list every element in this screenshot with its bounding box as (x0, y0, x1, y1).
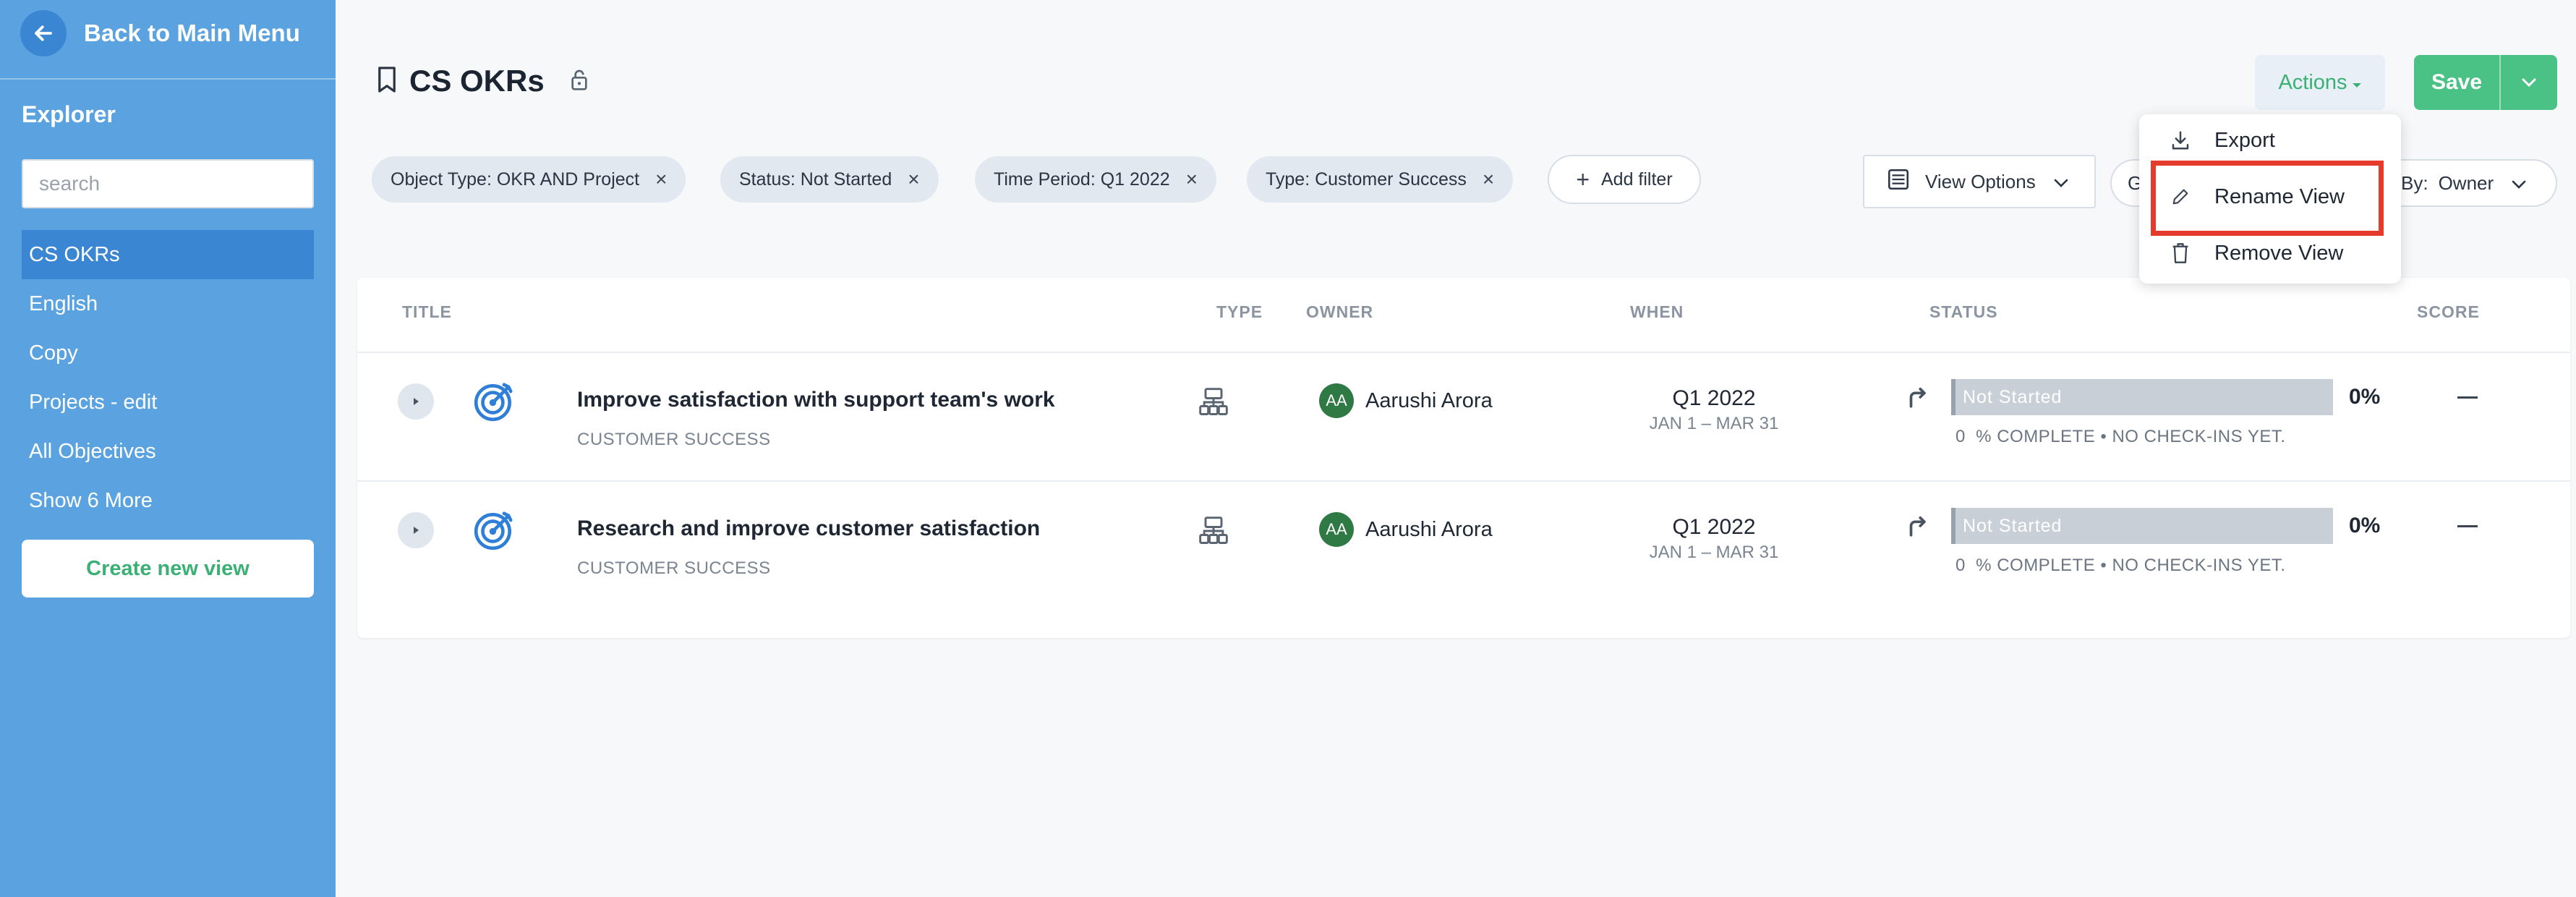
filter-chip-label: Type: Customer Success (1266, 169, 1467, 190)
score-empty (2457, 396, 2478, 399)
sidebar-item-copy[interactable]: Copy (22, 328, 314, 378)
expand-row-button[interactable] (398, 512, 434, 548)
group-by-value: Owner (2438, 171, 2494, 194)
date-range: JAN 1 – MAR 31 (1649, 543, 1779, 562)
sidebar-nav: CS OKRs English Copy Projects - edit All… (22, 230, 314, 525)
progress-note: 0 % COMPLETE • NO CHECK-INS YET. (1956, 427, 2286, 446)
column-header-title: TITLE (402, 302, 452, 321)
date-range: JAN 1 – MAR 31 (1649, 414, 1779, 433)
score-empty (2457, 525, 2478, 527)
add-filter-button[interactable]: + Add filter (1548, 155, 1701, 204)
group-by-owner-button[interactable]: By: Owner (2387, 159, 2557, 207)
bookmark-icon[interactable] (376, 66, 398, 97)
column-header-owner: OWNER (1306, 302, 1374, 321)
expand-row-button[interactable] (398, 383, 434, 420)
status-bar[interactable]: Not Started (1951, 379, 2333, 415)
group-by-label: By: (2401, 171, 2428, 194)
avatar: AA (1319, 383, 1354, 418)
share-arrow-icon[interactable] (1905, 385, 1929, 409)
save-button[interactable]: Save (2414, 55, 2499, 110)
lock-icon[interactable] (569, 68, 589, 95)
download-icon (2168, 128, 2193, 153)
page-title: CS OKRs (409, 64, 545, 98)
owner-cell[interactable]: AA Aarushi Arora (1319, 383, 1493, 418)
caret-down-icon (2352, 71, 2362, 95)
caret-right-icon (414, 398, 419, 405)
share-arrow-icon[interactable] (1905, 514, 1929, 538)
trash-icon (2168, 241, 2193, 265)
hierarchy-icon (1199, 388, 1228, 415)
chevron-down-icon (2511, 172, 2527, 195)
avatar: AA (1319, 512, 1354, 547)
caret-right-icon (414, 527, 419, 534)
sidebar-item-english[interactable]: English (22, 279, 314, 328)
create-new-view-button[interactable]: Create new view (22, 540, 314, 598)
close-icon[interactable]: × (655, 169, 667, 190)
hierarchy-icon (1199, 516, 1228, 544)
owner-name: Aarushi Arora (1365, 517, 1493, 541)
remove-view-label: Remove View (2214, 241, 2344, 265)
page-header: CS OKRs (376, 61, 589, 101)
target-icon (474, 511, 513, 550)
arrow-left-icon (20, 10, 67, 56)
highlight-annotation-box (2151, 161, 2384, 236)
sidebar: Back to Main Menu Explorer CS OKRs Engli… (0, 0, 336, 897)
row-separator (357, 352, 2570, 353)
explorer-title: Explorer (22, 101, 116, 127)
actions-button[interactable]: Actions (2255, 55, 2385, 110)
filter-chip-type[interactable]: Type: Customer Success × (1247, 156, 1514, 203)
row-title[interactable]: Improve satisfaction with support team's… (577, 388, 1055, 412)
close-icon[interactable]: × (908, 169, 919, 190)
filter-chip-label: Object Type: OKR AND Project (391, 169, 640, 190)
column-header-when: WHEN (1630, 302, 1684, 321)
sidebar-item-projects-edit[interactable]: Projects - edit (22, 378, 314, 427)
chevron-down-icon (2522, 78, 2536, 88)
status-bar[interactable]: Not Started (1951, 508, 2333, 544)
row-separator (357, 480, 2570, 482)
filter-chip-status[interactable]: Status: Not Started × (720, 156, 939, 203)
period-label: Q1 2022 (1672, 386, 1756, 410)
sidebar-item-cs-okrs[interactable]: CS OKRs (22, 230, 314, 279)
okr-table (357, 278, 2570, 638)
filter-chip-label: Time Period: Q1 2022 (994, 169, 1170, 190)
export-label: Export (2214, 128, 2275, 152)
column-header-score: SCORE (2417, 302, 2480, 321)
percent-complete: 0% (2349, 385, 2381, 409)
view-options-button[interactable]: View Options (1863, 155, 2096, 208)
sidebar-item-show-more[interactable]: Show 6 More (22, 476, 314, 525)
menu-item-remove-view[interactable]: Remove View (2139, 229, 2401, 278)
sidebar-divider (0, 78, 336, 80)
list-icon (1886, 167, 1911, 197)
view-options-label: View Options (1925, 170, 2036, 192)
column-header-type: TYPE (1216, 302, 1263, 321)
save-button-group: Save (2414, 55, 2557, 110)
actions-label: Actions (2278, 70, 2347, 94)
row-category: CUSTOMER SUCCESS (577, 558, 771, 578)
search-input[interactable] (22, 159, 314, 208)
chevron-down-icon (2053, 171, 2069, 193)
filter-chip-object-type[interactable]: Object Type: OKR AND Project × (372, 156, 686, 203)
filter-chip-time-period[interactable]: Time Period: Q1 2022 × (975, 156, 1216, 203)
row-category: CUSTOMER SUCCESS (577, 430, 771, 449)
back-label: Back to Main Menu (84, 20, 300, 46)
period-label: Q1 2022 (1672, 515, 1756, 539)
back-to-main-menu-link[interactable]: Back to Main Menu (20, 10, 300, 56)
filter-chip-label: Status: Not Started (739, 169, 892, 190)
column-header-status: STATUS (1929, 302, 1998, 321)
plus-icon: + (1576, 166, 1590, 192)
menu-item-export[interactable]: Export (2139, 116, 2401, 165)
percent-complete: 0% (2349, 514, 2381, 537)
sidebar-item-all-objectives[interactable]: All Objectives (22, 427, 314, 476)
row-title[interactable]: Research and improve customer satisfacti… (577, 516, 1040, 541)
close-icon[interactable]: × (1483, 169, 1494, 190)
target-icon (474, 383, 513, 422)
progress-note: 0 % COMPLETE • NO CHECK-INS YET. (1956, 556, 2286, 575)
owner-name: Aarushi Arora (1365, 388, 1493, 412)
add-filter-label: Add filter (1601, 169, 1673, 190)
close-icon[interactable]: × (1186, 169, 1198, 190)
save-options-button[interactable] (2501, 55, 2557, 110)
owner-cell[interactable]: AA Aarushi Arora (1319, 512, 1493, 547)
